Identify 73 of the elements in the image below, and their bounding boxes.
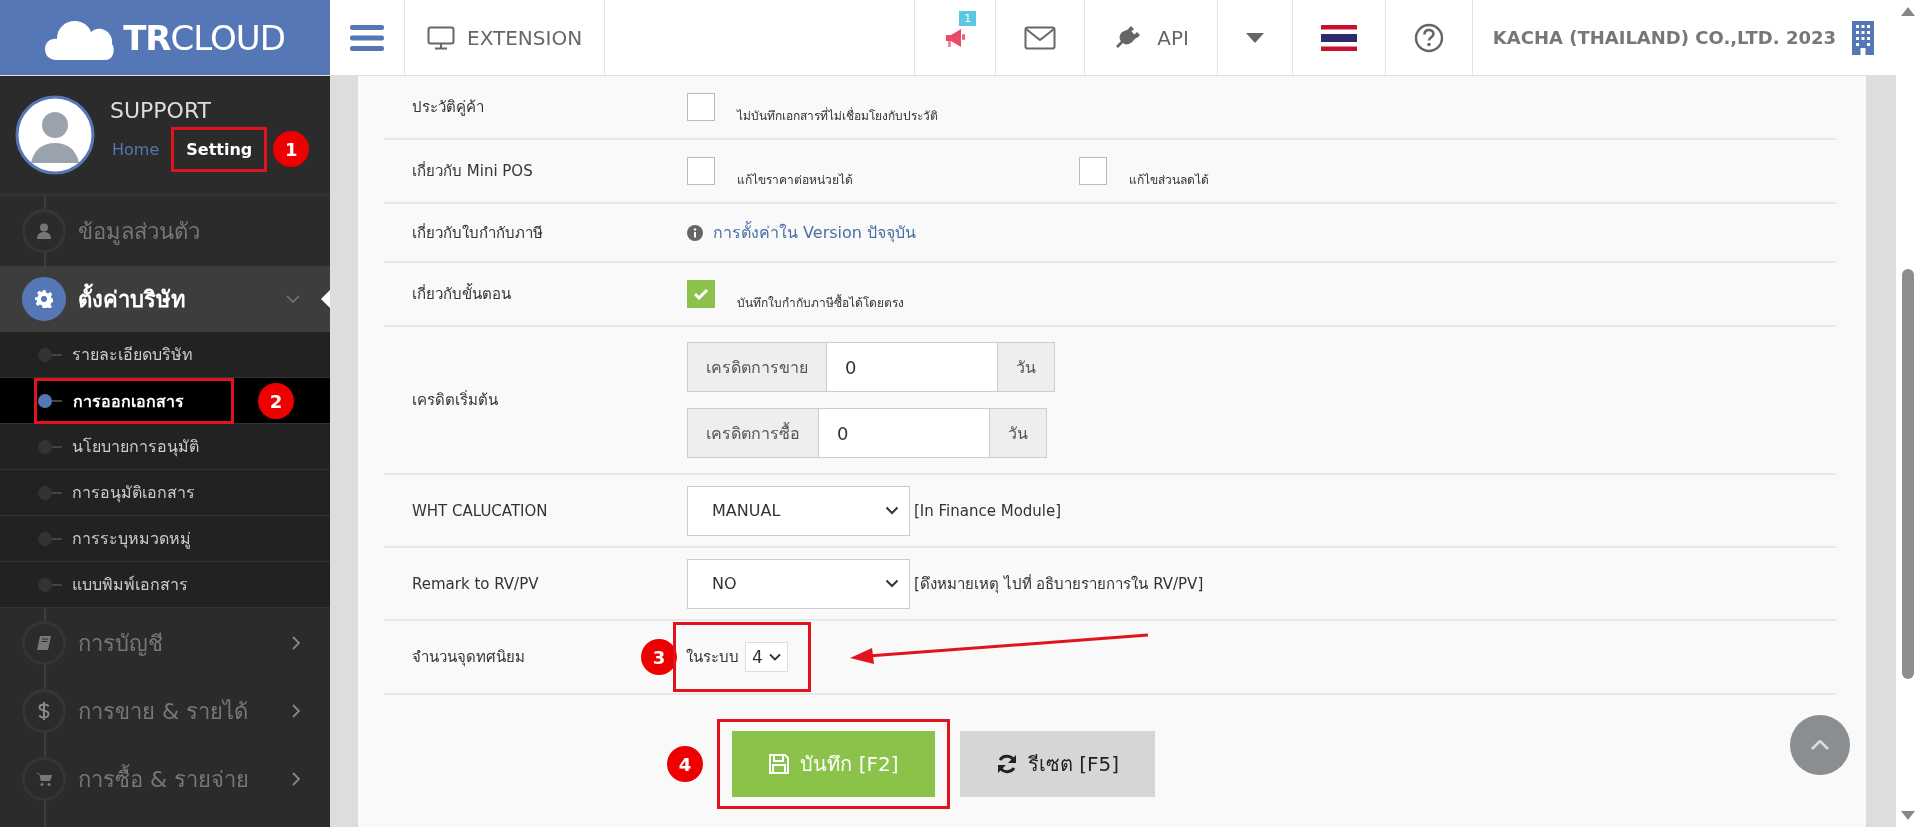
cart-icon <box>36 771 52 787</box>
timeline-dot <box>38 577 62 592</box>
field-label: จำนวนจุดทศนิยม <box>412 648 525 666</box>
timeline-dot <box>38 393 62 408</box>
user-name: SUPPORT <box>110 97 213 123</box>
timeline-dot <box>38 439 62 454</box>
chevron-down-icon <box>885 506 899 515</box>
brand-logo: TRCLOUD <box>123 17 285 58</box>
scroll-to-top-button[interactable] <box>1790 715 1850 775</box>
settings-link[interactable]: การตั้งค่าใน Version ปัจจุบัน <box>713 220 916 245</box>
note-text: [ดึงหมายเหตุ ไปที่ อธิบายรายการใน RV/PV] <box>914 573 1204 596</box>
api-button[interactable]: API <box>1085 0 1218 75</box>
company-name[interactable]: KACHA (THAILAND) CO.,LTD. 2023 <box>1492 27 1836 48</box>
checkbox[interactable] <box>687 157 715 185</box>
scroll-down-icon[interactable] <box>1901 811 1915 821</box>
checkbox-label: แก้ไขราคาต่อหน่วยได้ <box>737 172 853 189</box>
mail-icon[interactable] <box>1024 25 1057 50</box>
sidebar-item[interactable]: ตั้งค่าบริษัท <box>0 266 330 332</box>
step-badge: 4 <box>667 746 703 782</box>
chevron-down-icon <box>768 653 781 661</box>
checkbox[interactable] <box>1079 157 1107 185</box>
save-icon <box>768 753 791 775</box>
chevron-up-icon <box>1811 740 1829 750</box>
caret-down-icon[interactable] <box>1245 32 1264 43</box>
checkbox[interactable] <box>687 93 715 121</box>
monitor-icon <box>427 25 455 50</box>
checkbox-label: บันทึกใบกำกับภาษีซื้อได้โดยตรง <box>737 293 904 312</box>
submenu-item[interactable]: การออกเอกสาร <box>63 388 184 414</box>
scroll-up-icon[interactable] <box>1901 6 1915 16</box>
building-icon <box>1852 20 1874 55</box>
field-label: เกี่ยวกับ Mini POS <box>412 162 533 180</box>
user-icon <box>37 223 51 239</box>
field-label: WHT CALUCATION <box>412 501 548 520</box>
timeline-dot <box>38 531 62 546</box>
timeline-dot <box>38 485 62 500</box>
dollar-icon <box>38 701 50 721</box>
gear-icon <box>35 290 53 308</box>
extension-button[interactable]: EXTENSION <box>405 0 606 75</box>
field-label: เกี่ยวกับขั้นตอน <box>412 285 511 303</box>
credit-input[interactable]: 0 <box>827 342 997 392</box>
checkbox-label: ไม่บันทึกเอกสารที่ไม่เชื่อมโยงกับประวัติ <box>737 106 938 125</box>
checkbox[interactable] <box>687 280 715 308</box>
input-addon: วัน <box>997 342 1055 392</box>
note-text: [In Finance Module] <box>914 501 1062 520</box>
credit-input[interactable]: 0 <box>819 408 989 458</box>
setting-link[interactable]: Setting <box>184 135 255 163</box>
decimal-dropdown[interactable]: 4 <box>745 642 788 672</box>
info-icon <box>687 224 703 241</box>
notification-badge: 1 <box>959 10 977 26</box>
dropdown[interactable]: MANUAL <box>687 485 910 536</box>
check-icon <box>693 288 709 300</box>
refresh-icon <box>995 753 1018 775</box>
field-label: ประวัติคู่ค้า <box>412 98 484 116</box>
input-addon: เครดิตการขาย <box>687 342 827 392</box>
field-label: Remark to RV/PV <box>412 574 539 593</box>
reset-button[interactable]: รีเซต [F5] <box>960 731 1155 797</box>
field-label: เครดิตเริ่มต้น <box>412 391 498 409</box>
step-badge: 1 <box>273 131 310 167</box>
step-badge: 2 <box>258 383 294 419</box>
scrollbar-thumb[interactable] <box>1902 268 1914 679</box>
timeline-dot <box>38 347 62 362</box>
help-icon[interactable] <box>1413 22 1444 53</box>
menu-icon[interactable] <box>350 24 384 51</box>
chevron-down-icon <box>885 579 899 588</box>
field-prefix: ในระบบ <box>686 647 739 668</box>
dropdown[interactable]: NO <box>687 558 910 609</box>
flag-icon[interactable] <box>1320 24 1357 51</box>
megaphone-icon[interactable] <box>943 26 968 49</box>
input-addon: เครดิตการซื้อ <box>687 408 819 458</box>
input-addon: วัน <box>989 408 1047 458</box>
book-icon <box>36 635 52 651</box>
field-label: เกี่ยวกับใบกำกับภาษี <box>412 223 543 242</box>
checkbox-label: แก้ไขส่วนลดได้ <box>1129 172 1209 189</box>
